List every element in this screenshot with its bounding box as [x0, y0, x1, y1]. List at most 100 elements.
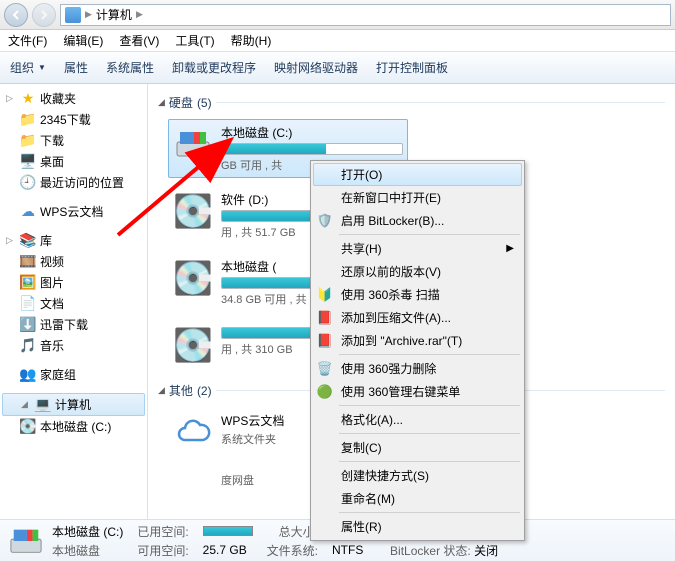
- ctx-item-label: 使用 360管理右键菜单: [341, 383, 460, 400]
- ctx-separator: [339, 354, 520, 355]
- ctx-item[interactable]: 📕添加到压缩文件(A)...: [313, 306, 522, 329]
- sidebar-item-documents[interactable]: 📄文档: [0, 293, 147, 314]
- toolbar-properties[interactable]: 属性: [64, 59, 88, 76]
- sidebar-libraries[interactable]: ▷📚库: [0, 230, 147, 251]
- ctx-item[interactable]: 🟢 使用 360管理右键菜单: [313, 380, 522, 403]
- ctx-separator: [339, 234, 520, 235]
- ctx-separator: [339, 405, 520, 406]
- status-free-label: 可用空间:: [137, 542, 188, 559]
- ctx-item[interactable]: 创建快捷方式(S): [313, 464, 522, 487]
- sidebar-item-downloads[interactable]: 📁下载: [0, 130, 147, 151]
- ctx-separator: [339, 512, 520, 513]
- ctx-item-label: 创建快捷方式(S): [341, 467, 429, 484]
- ctx-item-icon: 📕: [317, 333, 333, 349]
- toolbar-control-panel[interactable]: 打开控制面板: [376, 59, 448, 76]
- thunder-icon: ⬇️: [20, 317, 36, 333]
- ctx-item-icon: 🔰: [317, 287, 333, 303]
- ctx-item[interactable]: 🗑️ 使用 360强力删除: [313, 357, 522, 380]
- ctx-item[interactable]: 📕 添加到 "Archive.rar"(T): [313, 329, 522, 352]
- toolbar-uninstall[interactable]: 卸载或更改程序: [172, 59, 256, 76]
- sidebar: ▷★收藏夹 📁2345下载 📁下载 🖥️桌面 🕘最近访问的位置 ☁WPS云文档 …: [0, 84, 148, 519]
- ctx-item-label: 重命名(M): [341, 490, 395, 507]
- status-bitlocker-label: BitLocker 状态:: [390, 544, 471, 558]
- organize-button[interactable]: 组织 ▼: [10, 59, 46, 76]
- sidebar-item-pictures[interactable]: 🖼️图片: [0, 272, 147, 293]
- ctx-item-label: 打开(O): [341, 166, 382, 183]
- drive-icon: 💽: [173, 258, 213, 298]
- ctx-item-label: 共享(H): [341, 240, 382, 257]
- back-button[interactable]: [4, 3, 28, 27]
- drive-icon: [8, 523, 44, 559]
- ctx-separator: [339, 461, 520, 462]
- ctx-item-label: 复制(C): [341, 439, 382, 456]
- sidebar-item-2345[interactable]: 📁2345下载: [0, 109, 147, 130]
- sidebar-item-music[interactable]: 🎵音乐: [0, 335, 147, 356]
- breadcrumb-sep: ▶: [85, 9, 92, 20]
- breadcrumb-computer[interactable]: 计算机: [96, 6, 132, 23]
- picture-icon: 🖼️: [20, 275, 36, 291]
- ctx-item-label: 使用 360杀毒 扫描: [341, 286, 440, 303]
- ctx-item-label: 属性(R): [341, 518, 382, 535]
- ctx-item-icon: 🗑️: [317, 361, 333, 377]
- sidebar-item-video[interactable]: 🎞️视频: [0, 251, 147, 272]
- address-bar[interactable]: ▶ 计算机 ▶: [60, 4, 671, 26]
- ctx-item-label: 使用 360强力删除: [341, 360, 436, 377]
- menu-edit[interactable]: 编辑(E): [63, 32, 103, 49]
- folder-icon: 📁: [20, 112, 36, 128]
- document-icon: 📄: [20, 296, 36, 312]
- music-icon: 🎵: [20, 338, 36, 354]
- toolbar-map-drive[interactable]: 映射网络驱动器: [274, 59, 358, 76]
- ctx-item[interactable]: 🛡️ 启用 BitLocker(B)...: [313, 209, 522, 232]
- ctx-item[interactable]: 🔰 使用 360杀毒 扫描: [313, 283, 522, 306]
- sidebar-homegroup[interactable]: 👥家庭组: [0, 364, 147, 385]
- capacity-bar: [221, 143, 403, 155]
- homegroup-icon: 👥: [20, 367, 36, 383]
- folder-icon: 📁: [20, 133, 36, 149]
- sidebar-item-thunder[interactable]: ⬇️迅雷下载: [0, 314, 147, 335]
- sidebar-wps[interactable]: ☁WPS云文档: [0, 201, 147, 222]
- ctx-item-label: 启用 BitLocker(B)...: [341, 212, 444, 229]
- desktop-icon: 🖥️: [20, 154, 36, 170]
- ctx-item[interactable]: 在新窗口中打开(E): [313, 186, 522, 209]
- ctx-item[interactable]: 复制(C): [313, 436, 522, 459]
- drive-icon: 💽: [173, 325, 213, 365]
- star-icon: ★: [20, 91, 36, 107]
- ctx-item[interactable]: 属性(R): [313, 515, 522, 538]
- ctx-item-icon: 📕: [317, 310, 333, 326]
- ctx-item[interactable]: 重命名(M): [313, 487, 522, 510]
- titlebar: ▶ 计算机 ▶: [0, 0, 675, 30]
- forward-button[interactable]: [32, 3, 56, 27]
- submenu-arrow-icon: ▶: [506, 243, 514, 254]
- cloud-icon: [173, 470, 213, 510]
- sidebar-item-recent[interactable]: 🕘最近访问的位置: [0, 172, 147, 193]
- drive-icon: 💽: [173, 191, 213, 231]
- ctx-item[interactable]: 还原以前的版本(V): [313, 260, 522, 283]
- sidebar-computer[interactable]: ◢💻计算机: [2, 393, 145, 416]
- status-used-label: 已用空间:: [137, 523, 188, 540]
- menu-tools[interactable]: 工具(T): [175, 32, 214, 49]
- menu-view[interactable]: 查看(V): [119, 32, 159, 49]
- toolbar-system-properties[interactable]: 系统属性: [106, 59, 154, 76]
- computer-icon: 💻: [35, 397, 51, 413]
- ctx-item[interactable]: 共享(H) ▶: [313, 237, 522, 260]
- ctx-item-label: 添加到 "Archive.rar"(T): [341, 332, 462, 349]
- status-used-bar: [203, 526, 253, 536]
- ctx-item-icon: 🟢: [317, 384, 333, 400]
- sidebar-item-desktop[interactable]: 🖥️桌面: [0, 151, 147, 172]
- drive-icon: 💽: [20, 419, 36, 435]
- ctx-item[interactable]: 格式化(A)...: [313, 408, 522, 431]
- sidebar-item-drive-c[interactable]: 💽本地磁盘 (C:): [0, 416, 147, 437]
- ctx-item-label: 格式化(A)...: [341, 411, 403, 428]
- computer-icon: [65, 7, 81, 23]
- sidebar-favorites[interactable]: ▷★收藏夹: [0, 88, 147, 109]
- drive-icon: [173, 124, 213, 164]
- toolbar: 组织 ▼ 属性 系统属性 卸载或更改程序 映射网络驱动器 打开控制面板: [0, 52, 675, 84]
- status-free-value: 25.7 GB: [203, 543, 253, 557]
- ctx-separator: [339, 433, 520, 434]
- drive-name: 本地磁盘 (C:): [221, 124, 403, 141]
- group-drives-header[interactable]: ◢ 硬盘 (5): [158, 94, 665, 111]
- ctx-item[interactable]: 打开(O): [313, 163, 522, 186]
- menu-help[interactable]: 帮助(H): [231, 32, 272, 49]
- ctx-item-icon: 🛡️: [317, 213, 333, 229]
- menu-file[interactable]: 文件(F): [8, 32, 47, 49]
